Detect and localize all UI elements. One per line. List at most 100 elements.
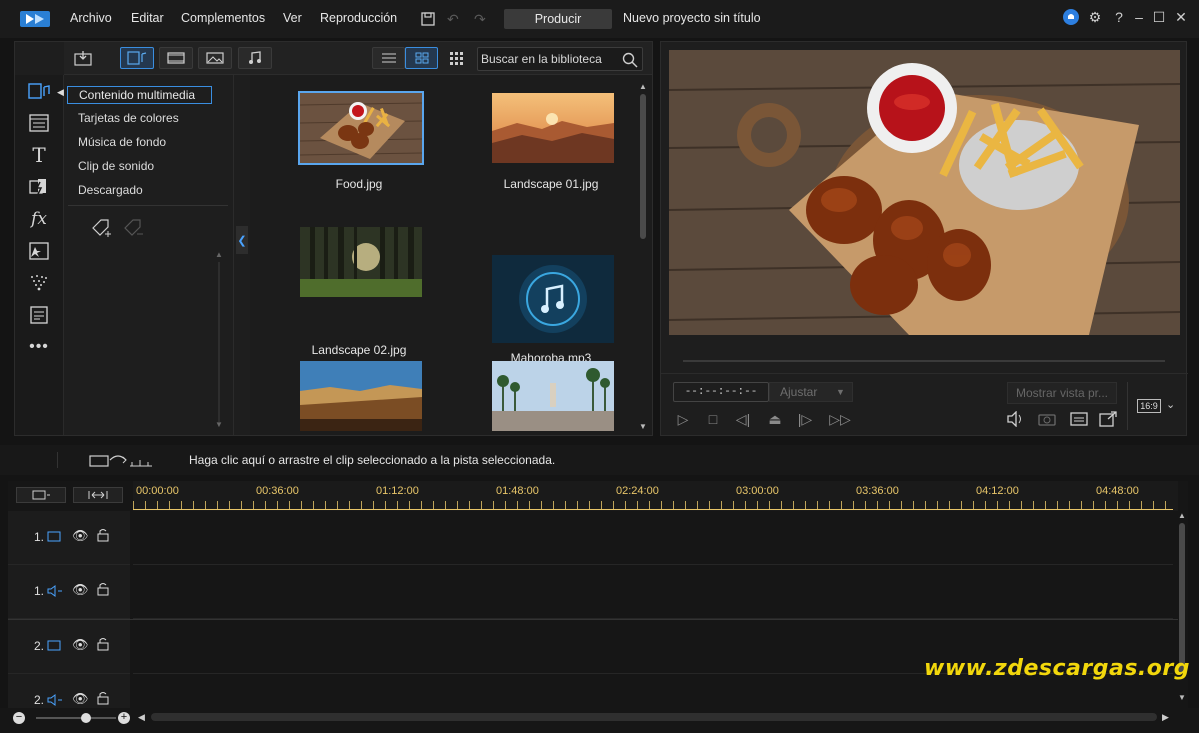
divider — [1127, 382, 1128, 430]
preview-progress-track[interactable] — [683, 360, 1165, 362]
timecode-display[interactable]: --:--:--:-- — [673, 382, 769, 402]
track-row-audio-1[interactable] — [133, 565, 1173, 619]
filter-audio-button[interactable] — [238, 47, 272, 69]
save-icon[interactable] — [420, 11, 436, 27]
stop-icon[interactable]: □ — [703, 409, 723, 429]
minimize-icon[interactable]: – — [1130, 8, 1148, 26]
fx-room-icon[interactable]: fx — [27, 208, 51, 230]
filter-video-button[interactable] — [159, 47, 193, 69]
scroll-right-icon[interactable]: ▶ — [1162, 712, 1169, 723]
category-scrollbar[interactable]: ▲ ▼ — [215, 250, 223, 430]
menu-complementos[interactable]: Complementos — [181, 11, 265, 25]
category-downloaded[interactable]: Descargado — [67, 182, 143, 200]
fast-forward-icon[interactable]: ▷▷ — [827, 409, 853, 429]
thumbnail[interactable] — [300, 361, 422, 431]
undo-icon[interactable]: ↶ — [447, 11, 463, 27]
category-color-boards[interactable]: Tarjetas de colores — [67, 110, 179, 128]
storyboard-toggle-icon[interactable] — [88, 452, 154, 470]
eye-icon[interactable]: 👁 — [72, 582, 89, 598]
help-icon[interactable]: ? — [1110, 8, 1128, 26]
timeline-ruler[interactable]: 00:00:00 00:36:00 01:12:00 01:48:00 02:2… — [133, 481, 1178, 511]
lock-icon[interactable] — [97, 691, 109, 708]
category-sound-clips[interactable]: Clip de sonido — [67, 158, 154, 176]
media-room-icon[interactable] — [27, 80, 51, 102]
split-icon[interactable]: ⏏ — [765, 409, 785, 429]
filter-images-button[interactable] — [198, 47, 232, 69]
particle-room-icon[interactable] — [27, 272, 51, 294]
media-item-landscape-01[interactable]: Landscape 01.jpg — [476, 91, 626, 201]
maximize-icon[interactable]: ☐ — [1150, 8, 1168, 26]
track-number: 1. — [34, 530, 45, 544]
templates-room-icon[interactable] — [27, 112, 51, 134]
import-media-icon[interactable] — [74, 50, 92, 66]
eye-icon[interactable]: 👁 — [72, 691, 89, 707]
title-room-icon[interactable]: T — [27, 143, 51, 167]
category-background-music[interactable]: Música de fondo — [67, 134, 166, 152]
lock-icon[interactable] — [97, 582, 109, 599]
thumbnail[interactable] — [298, 91, 424, 165]
zoom-in-icon[interactable]: + — [118, 712, 130, 724]
list-view-button[interactable] — [372, 47, 405, 69]
produce-button[interactable]: Producir — [504, 9, 612, 29]
divider — [68, 205, 228, 206]
adjust-dropdown[interactable]: Ajustar ▼ — [769, 382, 853, 402]
snapshot-icon[interactable] — [1037, 409, 1057, 429]
scroll-thumb[interactable] — [640, 94, 646, 239]
thumbnail[interactable] — [300, 227, 422, 297]
media-item-food[interactable]: Food.jpg — [284, 91, 434, 201]
play-icon[interactable]: ▷ — [673, 409, 693, 429]
scroll-left-icon[interactable]: ◀ — [138, 712, 145, 723]
track-row-video-1[interactable] — [133, 511, 1173, 565]
collapse-panel-button[interactable]: ❮ — [236, 226, 248, 254]
transition-room-icon[interactable] — [27, 176, 51, 198]
search-input[interactable] — [478, 48, 618, 70]
subtitle-toggle-icon[interactable] — [1069, 409, 1089, 429]
settings-icon[interactable]: ⚙ — [1086, 8, 1104, 26]
filter-all-media-button[interactable] — [120, 47, 154, 69]
media-item-skate[interactable] — [476, 357, 626, 435]
menu-reproduccion[interactable]: Reproducción — [320, 11, 397, 25]
show-preview-button[interactable]: Mostrar vista pr... — [1007, 382, 1117, 404]
subtitle-room-icon[interactable] — [27, 304, 51, 326]
undock-icon[interactable] — [1098, 409, 1118, 429]
thumbnail[interactable] — [492, 93, 614, 163]
add-tag-icon[interactable] — [90, 217, 112, 239]
aspect-ratio-label[interactable]: 16:9 — [1137, 399, 1161, 413]
media-item-landscape-03[interactable] — [284, 357, 434, 435]
thumbnail[interactable] — [492, 255, 614, 343]
scroll-thumb[interactable] — [1179, 523, 1185, 673]
next-frame-icon[interactable]: |▷ — [795, 409, 815, 429]
lock-icon[interactable] — [97, 637, 109, 654]
zoom-out-icon[interactable]: − — [13, 712, 25, 724]
remove-tag-icon[interactable] — [122, 217, 144, 239]
lock-icon[interactable] — [97, 528, 109, 545]
timeline-horizontal-scrollbar[interactable] — [151, 713, 1157, 721]
eye-icon[interactable]: 👁 — [72, 528, 89, 544]
menu-archivo[interactable]: Archivo — [70, 11, 112, 25]
previous-frame-icon[interactable]: ◁| — [733, 409, 753, 429]
preview-panel: --:--:--:-- Ajustar ▼ Mostrar vista pr..… — [660, 41, 1188, 436]
grid-view-button[interactable] — [405, 47, 438, 69]
track-manager-button[interactable] — [16, 487, 66, 503]
zoom-slider-handle[interactable] — [81, 713, 91, 723]
category-multimedia[interactable]: Contenido multimedia — [67, 86, 212, 104]
more-rooms-icon[interactable]: ••• — [27, 336, 51, 358]
media-scrollbar[interactable]: ▲ ▼ — [639, 82, 647, 432]
eye-icon[interactable]: 👁 — [72, 637, 89, 653]
search-icon[interactable] — [622, 52, 638, 68]
track-header-video-2: 2. 👁 — [8, 620, 130, 674]
media-item-mahoroba[interactable]: Mahoroba.mp3 — [476, 223, 626, 365]
menu-editar[interactable]: Editar — [131, 11, 164, 25]
thumbnail[interactable] — [492, 361, 614, 431]
chevron-down-icon[interactable]: ⌄ — [1166, 398, 1175, 411]
close-icon[interactable]: ✕ — [1172, 8, 1190, 26]
fit-timeline-button[interactable] — [73, 487, 123, 503]
redo-icon[interactable]: ↷ — [474, 11, 490, 27]
zoom-slider-track[interactable] — [36, 717, 116, 719]
notification-icon[interactable] — [1062, 8, 1080, 26]
volume-icon[interactable] — [1005, 409, 1025, 429]
menu-ver[interactable]: Ver — [283, 11, 302, 25]
pip-room-icon[interactable] — [27, 240, 51, 262]
media-item-landscape-02[interactable]: Landscape 02.jpg — [284, 223, 434, 357]
more-options-grid-icon[interactable] — [450, 52, 464, 66]
